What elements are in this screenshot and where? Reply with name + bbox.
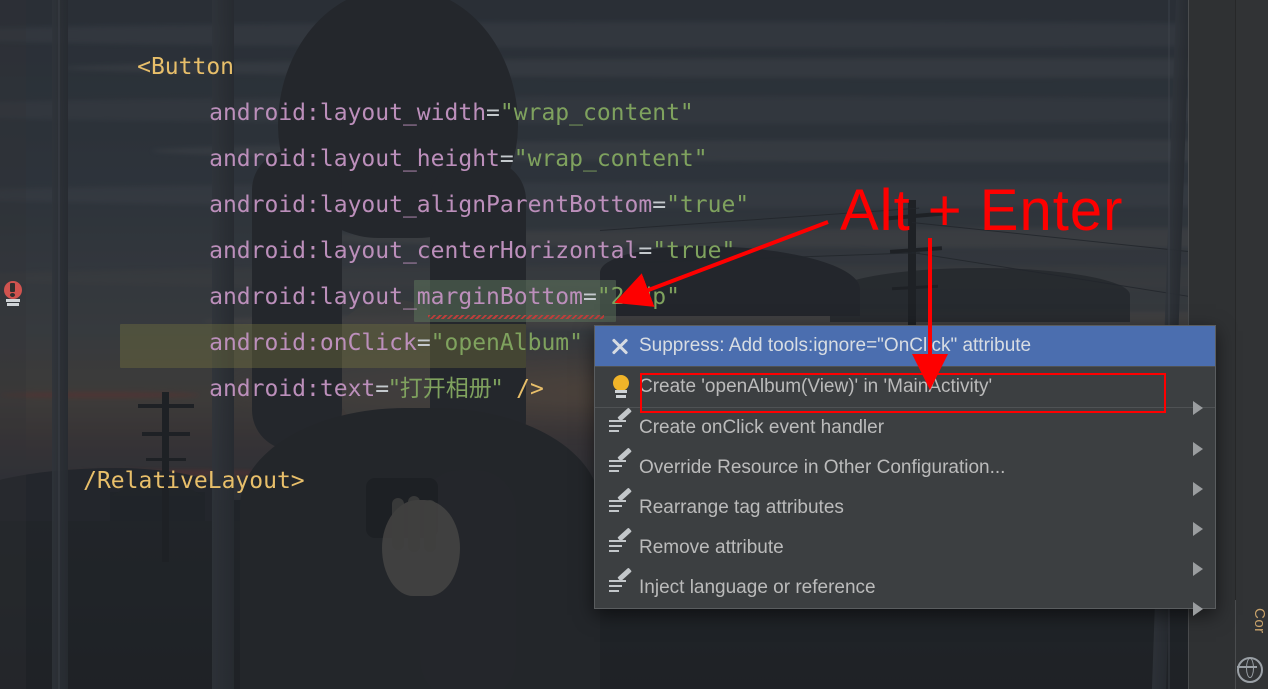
menu-item-rearrange-attributes[interactable]: Rearrange tag attributes: [595, 487, 1215, 536]
menu-item-label: Create onClick event handler: [639, 417, 885, 438]
code-token-eq: =: [582, 284, 597, 310]
right-tool-window-strip: Cor: [1235, 0, 1268, 689]
code-line: android:layout_centerHorizontal="true": [126, 182, 735, 264]
code-token-selfclose: />: [516, 376, 544, 402]
menu-item-inject-language[interactable]: Inject language or reference: [595, 567, 1215, 616]
tool-window-tab-cor[interactable]: Cor: [1236, 608, 1268, 634]
menu-item-label: Remove attribute: [639, 537, 784, 558]
code-line: android:layout_alignParentBottom="true": [126, 136, 749, 218]
lightbulb-icon: [605, 367, 639, 407]
code-token-attr: android:text: [209, 376, 376, 402]
code-token-eq: =: [375, 376, 390, 402]
code-line: /RelativeLayout>: [0, 412, 305, 494]
menu-item-remove-attribute[interactable]: Remove attribute: [595, 527, 1215, 576]
code-token-string: "24dp": [596, 284, 680, 310]
code-line: android:onClick="openAlbum": [126, 274, 583, 356]
edit-pencil-icon: [605, 407, 639, 448]
edit-pencil-icon: [605, 527, 639, 568]
menu-item-suppress[interactable]: Suppress: Add tools:ignore="OnClick" att…: [595, 326, 1215, 366]
edit-pencil-icon: [605, 487, 639, 528]
code-line: <Button: [54, 0, 234, 80]
menu-item-label: Rearrange tag attributes: [639, 497, 844, 518]
edit-pencil-icon: [605, 447, 639, 488]
close-x-icon: [605, 326, 639, 366]
annotation-shortcut-label: Alt + Enter: [840, 178, 1124, 243]
intention-actions-popup[interactable]: Suppress: Add tools:ignore="OnClick" att…: [594, 325, 1216, 616]
code-line: android:text="打开相册" />: [126, 320, 544, 402]
strip-divider: [1235, 600, 1236, 689]
menu-item-override-resource[interactable]: Override Resource in Other Configuration…: [595, 447, 1215, 496]
menu-item-label: Create 'openAlbum(View)' in 'MainActivit…: [639, 376, 993, 397]
code-line: android:layout_width="wrap_content": [126, 44, 694, 126]
ide-window: <Button android:layout_width="wrap_conte…: [0, 0, 1268, 689]
code-token-string-cjk: "打开相册": [389, 376, 503, 402]
code-line: android:layout_marginBottom="24dp": [126, 228, 680, 310]
code-token-closetag: /RelativeLayout>: [83, 468, 305, 494]
menu-item-label: Inject language or reference: [639, 577, 876, 598]
code-line: android:layout_height="wrap_content": [126, 90, 708, 172]
edit-pencil-icon: [605, 567, 639, 608]
menu-item-label: Override Resource in Other Configuration…: [639, 457, 1006, 478]
menu-item-create-openalbum[interactable]: Create 'openAlbum(View)' in 'MainActivit…: [595, 367, 1215, 415]
globe-icon[interactable]: [1237, 657, 1263, 683]
menu-item-create-onclick-handler[interactable]: Create onClick event handler: [595, 407, 1215, 456]
menu-item-label: Suppress: Add tools:ignore="OnClick" att…: [639, 335, 1032, 356]
